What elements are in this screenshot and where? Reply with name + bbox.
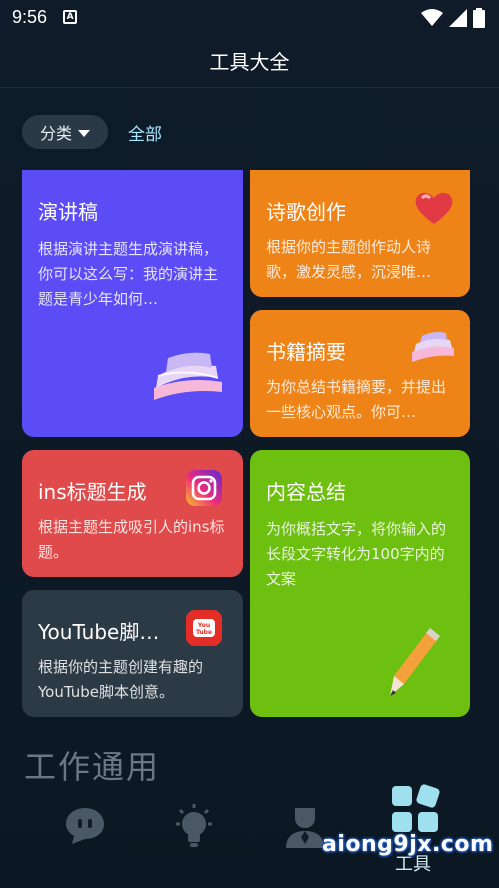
status-time: 9:56 (12, 6, 48, 27)
card-desc: 为你概括文字，将你输入的长段文字转化为100字内的文案 (266, 520, 447, 588)
card-desc: 根据主题生成吸引人的ins标题。 (38, 518, 225, 561)
tool-card-ins-title[interactable]: ins标题生成 根据主题生成吸引人的ins标题。 (22, 450, 243, 577)
card-title: 内容总结 (266, 480, 346, 504)
signal-icon (449, 9, 467, 27)
status-icons (421, 8, 485, 28)
pen-icon (390, 628, 440, 696)
tool-card-book-summary[interactable]: 书籍摘要 为你总结书籍摘要，并提出一些核心观点。你可… (250, 310, 470, 437)
card-desc: 为你总结书籍摘要，并提出一些核心观点。你可… (266, 378, 447, 421)
books-icon (412, 332, 454, 362)
svg-text:Tube: Tube (196, 629, 212, 636)
tool-card-youtube-script[interactable]: YouTube脚… 根据你的主题创建有趣的YouTube脚本创意。 You Tu… (22, 590, 243, 717)
tool-card-content-summary[interactable]: 内容总结 为你概括文字，将你输入的长段文字转化为100字内的文案 (250, 450, 470, 717)
caret-down-icon (78, 129, 90, 137)
page-title: 工具大全 (209, 50, 290, 74)
svg-text:You: You (197, 622, 210, 629)
battery-icon (473, 8, 485, 28)
tools-grid-icon[interactable] (390, 784, 440, 834)
category-dropdown[interactable]: 分类 (22, 115, 108, 149)
card-title: 演讲稿 (38, 200, 98, 224)
chat-icon[interactable] (64, 806, 106, 846)
heart-icon (415, 192, 453, 224)
filter-row: 分类 全部 (22, 115, 162, 149)
category-label: 分类 (39, 124, 72, 143)
instagram-icon (186, 470, 222, 506)
filter-all-tab[interactable]: 全部 (128, 120, 162, 145)
books-icon (154, 352, 222, 400)
status-bar: 9:56 A (0, 0, 499, 34)
page-title-bar: 工具大全 (0, 34, 499, 88)
watermark: aiong9jx.com (322, 832, 494, 857)
card-desc: 根据你的主题创建有趣的YouTube脚本创意。 (38, 658, 204, 701)
notification-icon: A (63, 10, 78, 24)
tool-card-poetry[interactable]: 诗歌创作 根据你的主题创作动人诗歌，激发灵感，沉浸唯… (250, 170, 470, 297)
youtube-icon: You Tube (186, 610, 222, 646)
user-icon[interactable] (284, 804, 326, 848)
lightbulb-icon[interactable] (172, 804, 216, 850)
card-desc: 根据演讲主题生成演讲稿，你可以这么写：我的演讲主题是青少年如何… (38, 240, 219, 308)
card-desc: 根据你的主题创作动人诗歌，激发灵感，沉浸唯… (266, 238, 432, 281)
tool-card-speech[interactable]: 演讲稿 根据演讲主题生成演讲稿，你可以这么写：我的演讲主题是青少年如何… (22, 170, 243, 437)
card-title: YouTube脚… (38, 620, 160, 644)
wifi-icon (421, 9, 443, 26)
